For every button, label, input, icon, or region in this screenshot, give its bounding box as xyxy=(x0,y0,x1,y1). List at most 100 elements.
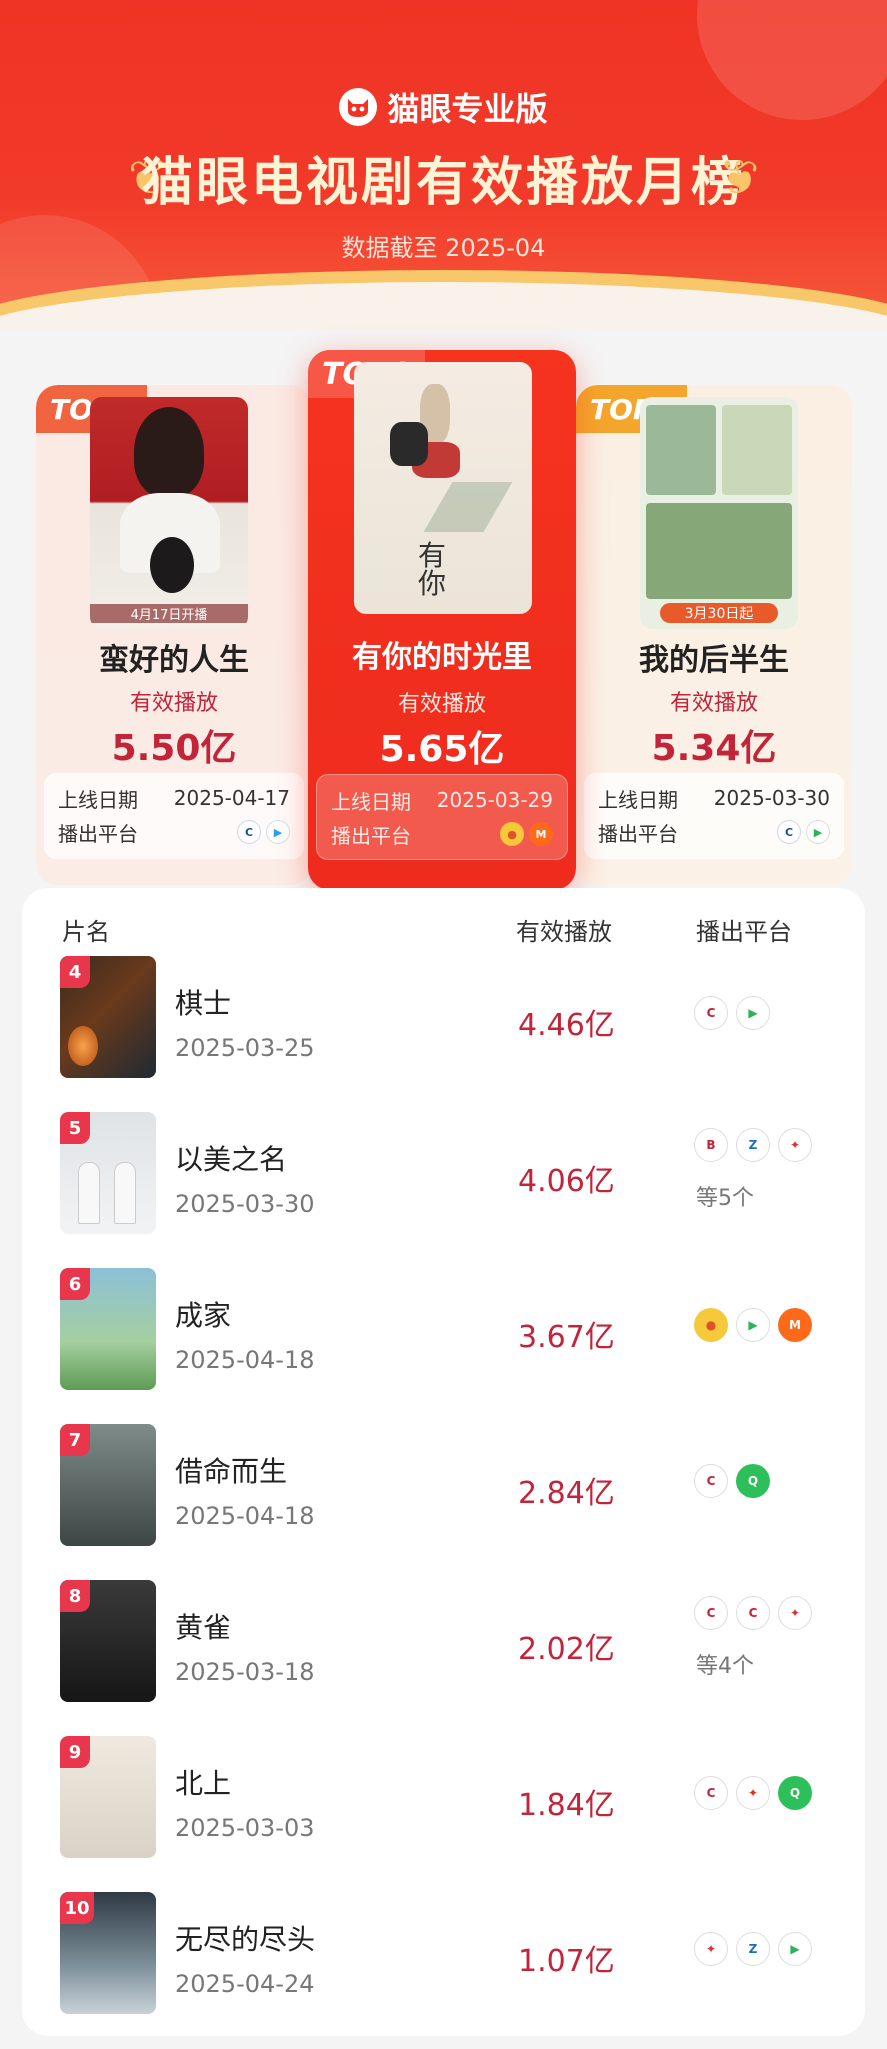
cctv-icon: C xyxy=(237,820,261,844)
iqiyi-icon: Q xyxy=(778,1776,812,1810)
plays-value: 3.67亿 xyxy=(518,1320,615,1355)
rank-badge: 5 xyxy=(60,1112,90,1144)
tencent-video-icon: ▶ xyxy=(736,996,770,1030)
show-date: 2025-04-18 xyxy=(175,1346,315,1374)
mgtv-icon: M xyxy=(778,1308,812,1342)
plays-value: 2.02亿 xyxy=(518,1632,615,1667)
laurel-right-icon: ❦ xyxy=(718,150,759,206)
list-item[interactable]: 5 以美之名 2025-03-30 4.06亿 B Z ✦ 等5个 xyxy=(22,1112,865,1242)
cctv-icon: C xyxy=(694,1776,728,1810)
cctv-icon: C xyxy=(694,1464,728,1498)
show-name: 蛮好的人生 xyxy=(99,643,249,678)
more-platforms: 等5个 xyxy=(696,1186,754,1211)
show-name: 借命而生 xyxy=(175,1455,288,1488)
date-value: 2025-04-17 xyxy=(173,786,290,810)
show-name: 以美之名 xyxy=(175,1143,288,1176)
show-name: 我的后半生 xyxy=(639,643,789,678)
info-box: 上线日期 2025-03-29 播出平台 ● M xyxy=(316,774,568,860)
rank-badge: 7 xyxy=(60,1424,90,1456)
plays-value: 1.07亿 xyxy=(518,1944,615,1979)
jsTV-icon: ✦ xyxy=(778,1596,812,1630)
show-date: 2025-04-18 xyxy=(175,1502,315,1530)
list-item[interactable]: 9 北上 2025-03-03 1.84亿 C ✦ Q xyxy=(22,1736,865,1866)
info-box: 上线日期 2025-03-30 播出平台 C ▶ xyxy=(584,773,844,859)
show-date: 2025-03-18 xyxy=(175,1658,315,1686)
show-date: 2025-03-25 xyxy=(175,1034,315,1062)
poster-image: 3月30日起 xyxy=(640,397,798,629)
plays-value: 4.46亿 xyxy=(518,1008,615,1043)
list-item[interactable]: 7 借命而生 2025-04-18 2.84亿 C Q xyxy=(22,1424,865,1554)
show-date: 2025-03-30 xyxy=(175,1190,315,1218)
jsTV-icon: ✦ xyxy=(736,1776,770,1810)
platform-label: 播出平台 xyxy=(598,821,678,846)
top1-card[interactable]: TOP1 有你 有你的时光里 有效播放 5.65亿 上线日期 2025-03-2… xyxy=(308,350,576,890)
poster-caption: 3月30日起 xyxy=(660,603,778,623)
youku-icon: ▶ xyxy=(266,820,290,844)
brand-name: 猫眼专业版 xyxy=(387,90,548,128)
page-subtitle: 数据截至 2025-04 xyxy=(341,234,546,262)
btv-icon: B xyxy=(694,1128,728,1162)
date-value: 2025-03-30 xyxy=(713,786,830,810)
platform-icons: ● ▶ M xyxy=(694,1308,812,1342)
plays-value: 2.84亿 xyxy=(518,1476,615,1511)
platform-icons: C Q xyxy=(694,1464,770,1498)
mango-tv-icon: ● xyxy=(694,1308,728,1342)
poster-image: 4月17日开播 xyxy=(90,397,248,629)
mango-tv-icon: ● xyxy=(500,822,524,846)
dragon-tv-icon: ✦ xyxy=(778,1128,812,1162)
poster-thumb: 6 xyxy=(60,1268,156,1390)
list-item[interactable]: 8 黄雀 2025-03-18 2.02亿 C C ✦ 等4个 xyxy=(22,1580,865,1710)
platform-icons: B Z ✦ xyxy=(694,1128,812,1162)
tencent-video-icon: ▶ xyxy=(806,820,830,844)
date-label: 上线日期 xyxy=(598,787,678,812)
list-item[interactable]: 6 成家 2025-04-18 3.67亿 ● ▶ M xyxy=(22,1268,865,1398)
poster-thumb: 5 xyxy=(60,1112,156,1234)
cctv-icon: C xyxy=(694,996,728,1030)
tencent-video-icon: ▶ xyxy=(736,1308,770,1342)
poster-image: 有你 xyxy=(354,362,532,614)
show-name: 棋士 xyxy=(175,987,232,1020)
show-name: 北上 xyxy=(175,1767,232,1800)
platform-icons: C ✦ Q xyxy=(694,1776,812,1810)
ranking-list: 片名 有效播放 播出平台 4 棋士 2025-03-25 4.46亿 C ▶ 5… xyxy=(22,888,865,2036)
maoyan-cat-icon xyxy=(339,88,378,126)
show-date: 2025-04-24 xyxy=(175,1970,315,1998)
plays-value: 1.84亿 xyxy=(518,1788,615,1823)
plays-value: 5.50亿 xyxy=(111,728,237,769)
mgtv-icon: M xyxy=(529,822,553,846)
show-date: 2025-03-03 xyxy=(175,1814,315,1842)
poster-thumb: 9 xyxy=(60,1736,156,1858)
header-banner: 猫眼专业版 ❦ 猫眼电视剧有效播放月榜 ❦ 数据截至 2025-04 xyxy=(0,0,887,330)
poster-thumb: 10 xyxy=(60,1892,156,2014)
rank-badge: 6 xyxy=(60,1268,90,1300)
more-platforms: 等4个 xyxy=(696,1654,754,1679)
top3-card[interactable]: TOP3 3月30日起 我的后半生 有效播放 5.34亿 上线日期 2025-0… xyxy=(576,385,852,885)
list-item[interactable]: 10 无尽的尽头 2025-04-24 1.07亿 ✦ Z ▶ xyxy=(22,1892,865,2022)
platform-icons: C ▶ xyxy=(694,996,770,1030)
list-item[interactable]: 4 棋士 2025-03-25 4.46亿 C ▶ xyxy=(22,956,865,1086)
list-header: 片名 有效播放 播出平台 xyxy=(22,904,865,954)
col-platform: 播出平台 xyxy=(696,918,792,946)
poster-thumb: 8 xyxy=(60,1580,156,1702)
platform-label: 播出平台 xyxy=(331,823,411,848)
plays-value: 5.65亿 xyxy=(379,729,505,770)
rank-badge: 8 xyxy=(60,1580,90,1612)
plays-label: 有效播放 xyxy=(397,692,486,717)
plays-label: 有效播放 xyxy=(129,691,218,716)
iqiyi-icon: Q xyxy=(736,1464,770,1498)
date-value: 2025-03-29 xyxy=(436,788,553,812)
show-name: 无尽的尽头 xyxy=(175,1923,316,1956)
col-plays: 有效播放 xyxy=(516,918,612,946)
rank-badge: 10 xyxy=(60,1892,94,1924)
platform-icons: C C ✦ xyxy=(694,1596,812,1630)
platform-label: 播出平台 xyxy=(58,821,138,846)
show-name: 黄雀 xyxy=(175,1611,232,1644)
show-name: 成家 xyxy=(175,1299,232,1332)
rank-badge: 9 xyxy=(60,1736,90,1768)
brand: 猫眼专业版 xyxy=(0,84,887,130)
plays-label: 有效播放 xyxy=(669,691,758,716)
top2-card[interactable]: TOP2 4月17日开播 蛮好的人生 有效播放 5.50亿 上线日期 2025-… xyxy=(36,385,312,885)
poster-thumb: 4 xyxy=(60,956,156,1078)
plays-value: 4.06亿 xyxy=(518,1164,615,1199)
date-label: 上线日期 xyxy=(331,789,411,814)
